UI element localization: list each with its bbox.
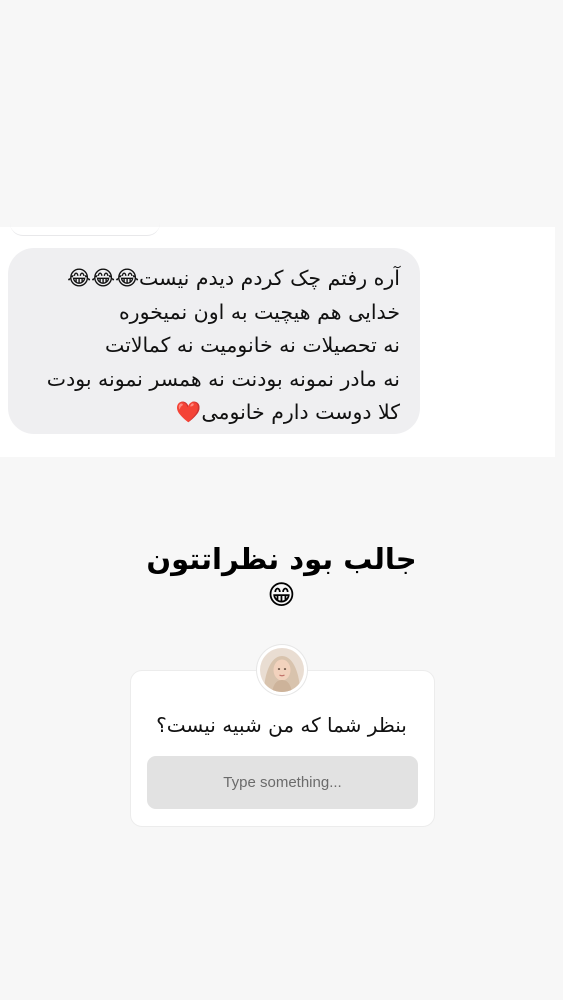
message-line-2: خدایی هم هیچیت به اون نمیخوره	[118, 299, 400, 324]
story-title-text: جالب بود نظراتتون	[146, 542, 417, 576]
grinning-face-emoji: 😁	[267, 580, 296, 611]
dm-screenshot-card: آره رفتم چک کردم دیدم نیست😂😂😂 خدایی هم ه…	[0, 227, 555, 457]
avatar	[257, 645, 307, 695]
message-line-1: آره رفتم چک کردم دیدم نیست😂😂😂	[67, 266, 400, 290]
message-line-4: نه مادر نمونه بودنت نه همسر نمونه بودت	[46, 366, 400, 391]
story-caption: جالب بود نظراتتون 😁	[0, 540, 563, 614]
message-line-5: کلا دوست دارم خانومی❤️	[175, 400, 400, 424]
previous-bubble-edge	[10, 223, 160, 236]
user-avatar-icon	[260, 648, 304, 692]
message-bubble: آره رفتم چک کردم دیدم نیست😂😂😂 خدایی هم ه…	[8, 248, 420, 434]
question-text: بنظر شما که من شبیه نیست؟	[156, 713, 407, 737]
answer-input[interactable]	[147, 756, 418, 809]
message-line-3: نه تحصیلات نه خانومیت نه کمالاتت	[105, 333, 400, 357]
